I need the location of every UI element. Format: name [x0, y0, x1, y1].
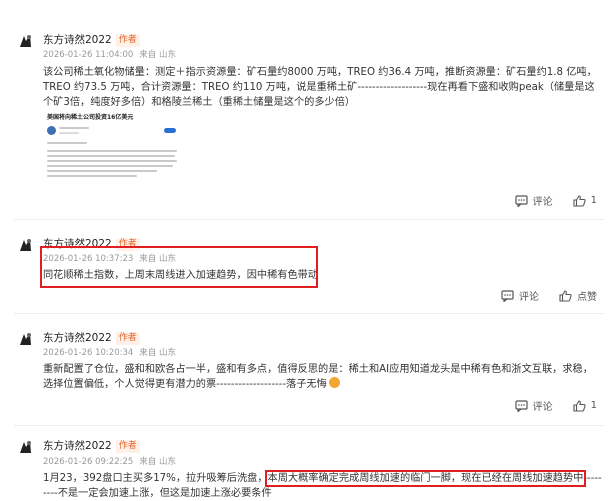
comment-button[interactable]: 评论 — [515, 193, 553, 208]
post-actions: 评论 1 — [515, 398, 597, 413]
like-count: 1 — [590, 195, 597, 206]
comment-label: 评论 — [532, 197, 553, 208]
author-line: 东方诗然2022 作者 — [43, 438, 140, 453]
post-divider — [14, 313, 604, 314]
comment-button[interactable]: 评论 — [515, 398, 553, 413]
thumbs-up-icon — [573, 194, 586, 207]
post-text-content: 重新配置了仓位，盛和和欧各占一半，盛和有多点，值得反思的是：稀土和AI应用知道龙… — [43, 364, 593, 390]
author-badge: 作者 — [115, 440, 140, 453]
post-text: 该公司稀土氧化物储量：测定＋指示资源量：矿石量约8000 万吨，TREO 约36… — [43, 67, 597, 108]
like-button[interactable]: 1 — [573, 194, 597, 207]
like-count: 1 — [590, 400, 597, 411]
embedded-avatar — [47, 126, 56, 135]
avatar[interactable] — [14, 437, 36, 459]
post-time: 2026-01-26 10:20:34 — [43, 348, 134, 358]
embedded-line — [47, 165, 173, 167]
thumbs-up-icon — [573, 399, 586, 412]
post-text: 1月23，392盘口主买多17%，拉升吸筹后洗盘，本周大概率确定完成周线加速的临… — [43, 470, 603, 501]
post-divider — [14, 219, 604, 220]
author-name[interactable]: 东方诗然2022 — [43, 440, 112, 452]
post-time: 2026-01-26 11:04:00 — [43, 50, 134, 60]
post-meta: 2026-01-26 11:04:00 来自 山东 — [43, 48, 176, 60]
embedded-line — [59, 127, 89, 129]
post-location: 来自 山东 — [139, 348, 176, 358]
like-button[interactable]: 1 — [573, 399, 597, 412]
thumbs-up-icon — [559, 289, 572, 302]
embedded-image-title: 美国将向稀土公司投资16亿美元 — [47, 114, 134, 121]
comment-icon — [515, 194, 528, 207]
avatar[interactable] — [14, 31, 36, 53]
post-location: 来自 山东 — [139, 50, 176, 60]
highlight-box — [40, 246, 318, 288]
embedded-image[interactable]: 美国将向稀土公司投资16亿美元 — [43, 108, 183, 183]
author-badge: 作者 — [115, 332, 140, 345]
post-time: 2026-01-26 09:22:25 — [43, 457, 134, 467]
author-line: 东方诗然2022 作者 — [43, 32, 140, 47]
embedded-line — [47, 160, 177, 162]
like-button[interactable]: 点赞 — [559, 288, 597, 303]
comment-button[interactable]: 评论 — [501, 288, 539, 303]
embedded-line — [47, 150, 177, 152]
avatar[interactable] — [14, 329, 36, 351]
post-text-highlight: 本周大概率确定完成周线加速的临门一脚，现在已经在周线加速趋势中 — [264, 470, 587, 487]
embedded-follow-chip — [164, 128, 176, 133]
emoji-icon — [328, 377, 340, 388]
post-text: 重新配置了仓位，盛和和欧各占一半，盛和有多点，值得反思的是：稀土和AI应用知道龙… — [43, 362, 598, 392]
post-meta: 2026-01-26 09:22:25 来自 山东 — [43, 455, 176, 467]
post-meta: 2026-01-26 10:20:34 来自 山东 — [43, 346, 176, 358]
post-actions: 评论 点赞 — [501, 288, 597, 303]
post-divider — [14, 425, 604, 426]
author-name[interactable]: 东方诗然2022 — [43, 332, 112, 344]
avatar[interactable] — [14, 235, 36, 257]
embedded-line — [47, 155, 175, 157]
post-text-before: 1月23，392盘口主买多17%，拉升吸筹后洗盘， — [43, 473, 268, 484]
embedded-line — [47, 170, 157, 172]
comment-icon — [501, 289, 514, 302]
author-badge: 作者 — [115, 34, 140, 47]
comment-label: 评论 — [519, 292, 539, 303]
author-line: 东方诗然2022 作者 — [43, 330, 140, 345]
embedded-line — [47, 142, 87, 144]
like-label: 点赞 — [577, 292, 597, 303]
embedded-line — [47, 175, 137, 177]
comment-icon — [515, 399, 528, 412]
embedded-line — [59, 132, 79, 134]
comment-label: 评论 — [532, 402, 553, 413]
post-location: 来自 山东 — [139, 457, 176, 467]
post-actions: 评论 1 — [515, 193, 597, 208]
author-name[interactable]: 东方诗然2022 — [43, 34, 112, 46]
